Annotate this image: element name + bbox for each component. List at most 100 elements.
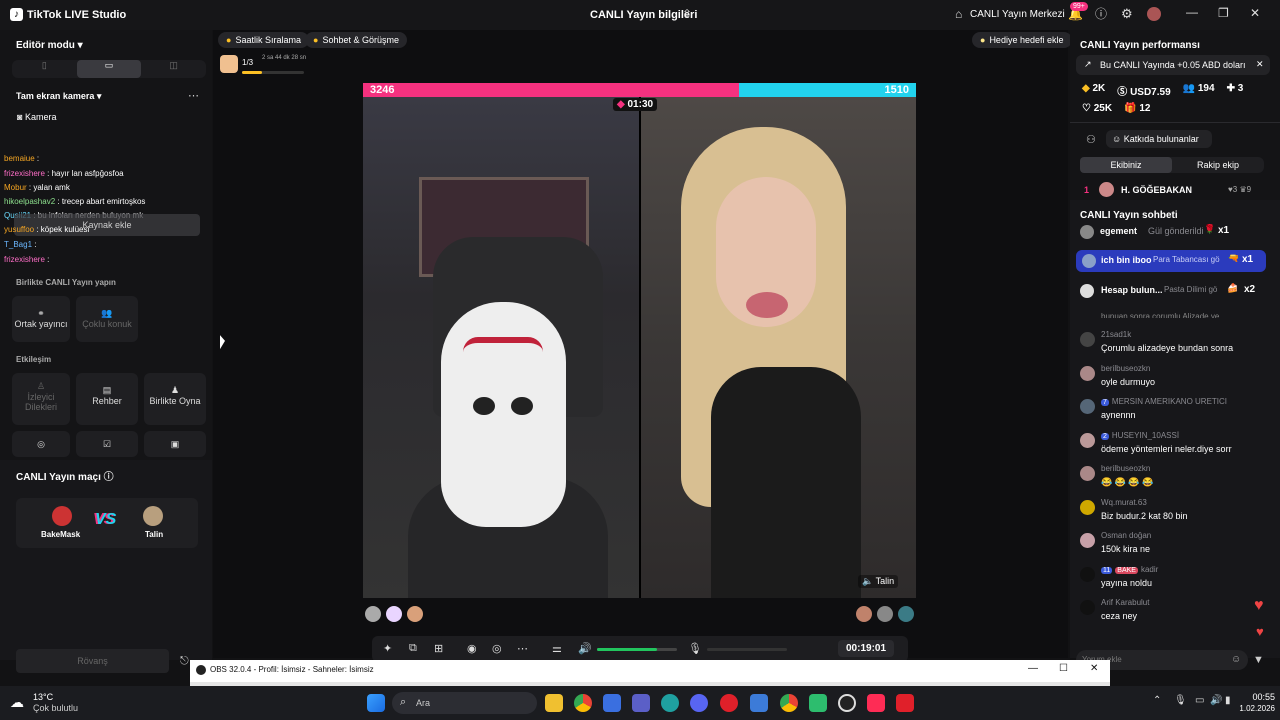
goal-progress: 1/3 [242,58,254,67]
tool-button[interactable]: ◎ [12,431,70,457]
guide-button[interactable]: ▤ Rehber [76,373,138,425]
settings-sliders-icon[interactable]: ⚌ [552,642,562,655]
edge-icon[interactable] [661,694,679,712]
app-icon[interactable] [809,694,827,712]
share-icon[interactable]: ⇪ [682,8,692,21]
tiktok-taskbar-icon[interactable] [867,694,885,712]
volume-icon[interactable]: 🔊 [578,642,592,655]
guide-icon: ▤ [102,385,112,395]
file-explorer-icon[interactable] [545,694,563,712]
contributors-button[interactable]: ☺ Katkıda bulunanlar [1106,130,1212,148]
close-icon[interactable]: ✕ [1250,7,1260,20]
obs-taskbar-icon[interactable] [838,694,856,712]
tab-our-team[interactable]: Ekibiniz [1080,157,1172,173]
camera-toggle-icon[interactable]: ◎ [492,642,502,655]
avatar[interactable] [1147,7,1161,21]
multi-layout-icon[interactable]: ◫ [141,60,206,78]
camera-source[interactable]: ◙ Kamera [17,112,56,122]
bulb-icon: ● [980,35,986,45]
help-icon[interactable]: ⓘ [1095,8,1107,21]
player1-name: BakeMask [41,530,81,539]
tool-button[interactable]: ☑ [76,431,138,457]
discord-icon[interactable] [690,694,708,712]
mic-slider[interactable] [707,648,787,651]
record-icon[interactable]: ◉ [467,642,477,655]
supporter-avatar[interactable] [365,606,381,622]
minimize-icon[interactable]: — [1028,663,1038,674]
filter-icon[interactable]: ▼ [1253,654,1264,666]
rematch-button[interactable]: Rövanş [16,649,169,673]
volume-slider[interactable] [597,648,677,651]
chrome-icon[interactable] [574,694,592,712]
chrome-profile-icon[interactable] [780,694,798,712]
contributor-avatar [1099,182,1114,197]
emoji-icon[interactable]: ☺ [1231,654,1241,665]
mouse-cursor [220,335,225,351]
host-video [363,97,639,598]
comment-username: 2 HUSEYIN_10ASSİ [1101,431,1180,440]
maximize-icon[interactable]: ☐ [1059,663,1068,674]
close-icon[interactable]: ✕ [1256,59,1264,70]
avatar [1080,332,1095,347]
portrait-layout-icon[interactable]: ▯ [12,60,77,78]
interaction-section-title: Etkileşim [16,355,52,364]
search-icon: ⌕ [400,696,407,708]
layout-switch: ▯ ▭ ◫ [12,60,206,78]
network-icon[interactable]: ▭ [1195,695,1204,706]
comment-text: Biz budur.2 kat 80 bin [1101,511,1188,521]
comment-username: Arif Karabulut [1101,598,1150,607]
start-icon[interactable] [367,694,385,712]
comment-username: berilbuseozkn [1101,364,1151,373]
supporter-avatar[interactable] [856,606,872,622]
speaker-icon[interactable]: 🔈 [862,576,873,586]
chat-meet-button[interactable]: ● Sohbet & Görüşme [305,32,407,48]
mail-icon[interactable] [750,694,768,712]
tab-rival-team[interactable]: Rakip ekip [1172,157,1264,173]
magic-icon[interactable]: ✦ [383,642,392,655]
tool-button[interactable]: ▣ [144,431,206,457]
obs-window-titlebar[interactable]: OBS 32.0.4 - Profil: İsimsiz - Sahneler:… [190,660,1110,682]
weather-icon[interactable]: ☁ [10,694,24,711]
editor-mode-dropdown[interactable]: Editör modu ▾ [16,40,83,51]
clock-time[interactable]: 00:55 [1243,692,1275,702]
gift-goal-button[interactable]: ● Hediye hedefi ekle [972,32,1072,48]
multi-guest-button[interactable]: 👥 Çoklu konuk [76,296,138,342]
add-user-icon[interactable]: ⚇ [1086,133,1096,146]
play-together-button[interactable]: ♟ Birlikte Oyna [144,373,206,425]
home-icon[interactable]: ⌂ [955,8,962,21]
supporter-avatar[interactable] [386,606,402,622]
supporter-avatar[interactable] [877,606,893,622]
more-icon[interactable]: ⋯ [188,89,199,102]
mic-icon[interactable]: 🎙 [688,642,702,655]
search-box[interactable]: ⌕ Ara [392,692,537,714]
supporter-avatar[interactable] [898,606,914,622]
maximize-icon[interactable]: ❐ [1218,7,1229,20]
mic-tray-icon[interactable]: 🎙 [1174,695,1187,706]
camera-dropdown[interactable]: Tam ekran kamera ▾ [16,91,101,102]
speaker-tray-icon[interactable]: 🔊 [1210,695,1222,706]
hourly-rank-button[interactable]: ● Saatlik Sıralama [218,32,309,48]
exit-icon[interactable]: ⎋ [180,655,189,668]
teams-icon[interactable] [632,694,650,712]
minimize-icon[interactable]: — [1186,6,1198,19]
cake-icon: 🍰 [1227,283,1239,293]
gear-icon[interactable]: ⚙ [1121,7,1133,21]
landscape-layout-icon[interactable]: ▭ [76,60,142,78]
clock-date[interactable]: 1.02.2026 [1228,704,1275,713]
opera-icon[interactable] [720,694,738,712]
close-icon[interactable]: ✕ [1090,663,1098,674]
more-icon[interactable]: ⋯ [517,642,528,655]
live-center-link[interactable]: CANLI Yayın Merkezi [970,9,1065,20]
youtube-icon[interactable] [896,694,914,712]
effects-icon[interactable]: ⧉ [409,642,417,655]
dollar-icon: Ⓢ [1117,87,1128,98]
tray-chevron-icon[interactable]: ⌃ [1153,695,1161,706]
viewer-wishes-button[interactable]: ♙ İzleyici Dilekleri [12,373,70,425]
store-icon[interactable] [603,694,621,712]
diamond-icon: ◆ [1082,83,1090,94]
gifts-stat: 🎁 12 [1124,103,1151,114]
layout-icon[interactable]: ⊞ [434,642,443,655]
cohost-button[interactable]: ⚭ Ortak yayıncı [12,296,70,342]
supporter-avatar[interactable] [407,606,423,622]
help-icon[interactable]: ⓘ [104,473,114,483]
